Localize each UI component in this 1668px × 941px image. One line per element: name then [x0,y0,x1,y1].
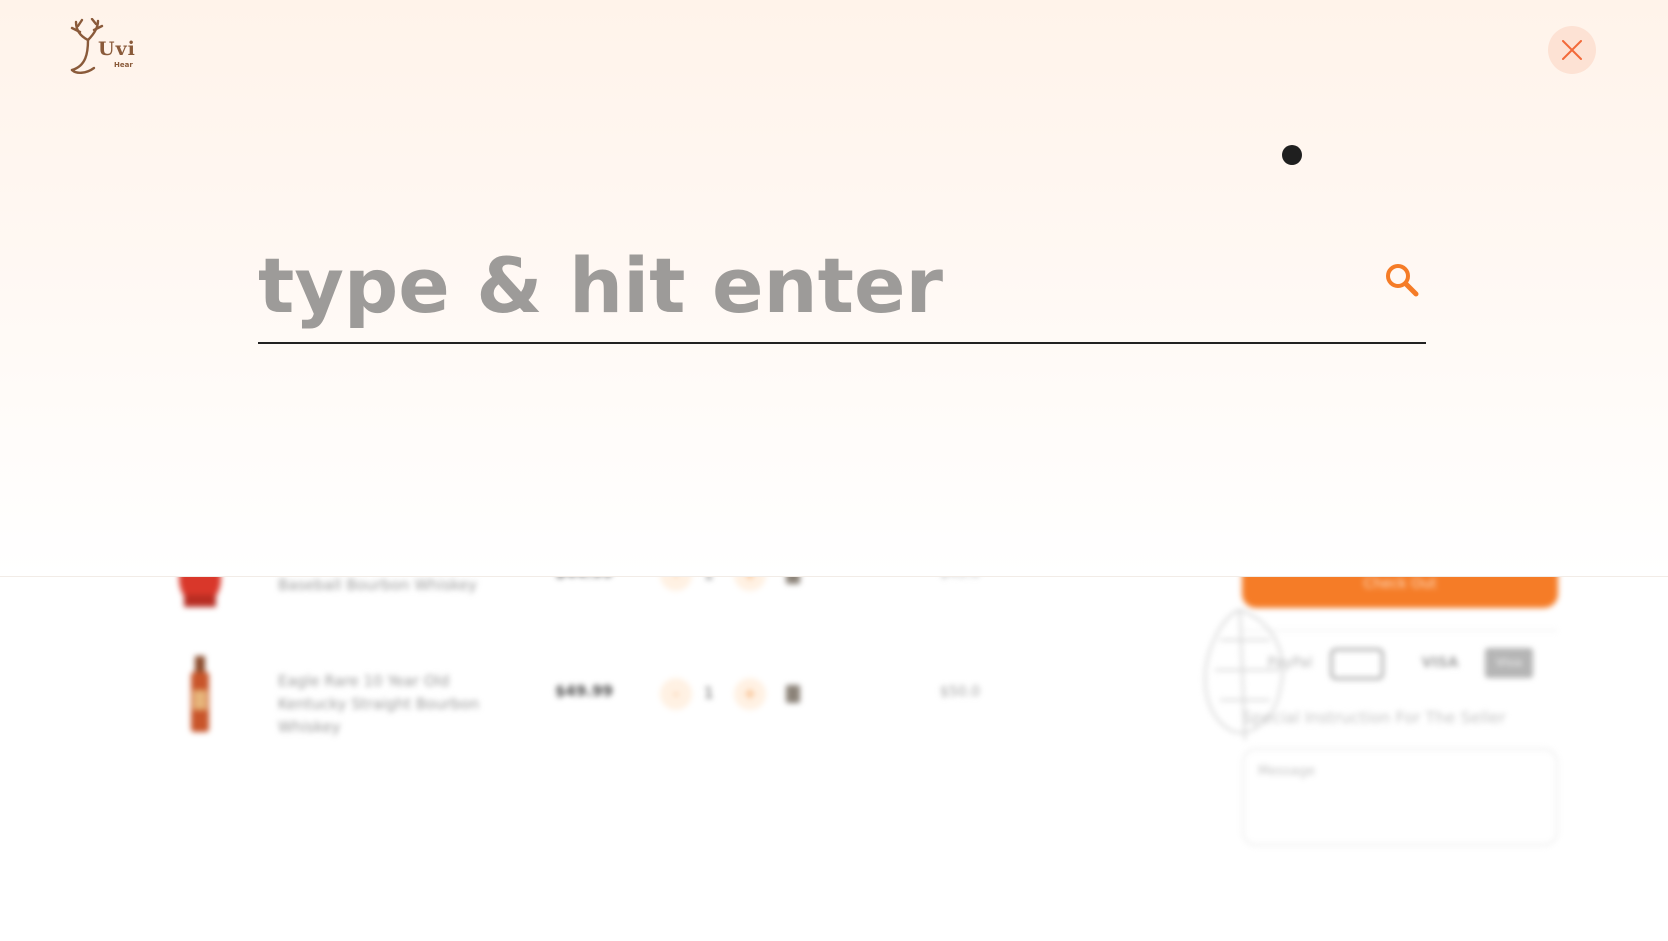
visa-card-icon: Visa [1485,648,1533,678]
qty-decrease-button[interactable]: - [660,678,692,710]
site-logo[interactable]: Uvi Hear [66,18,140,76]
close-icon [1562,40,1582,60]
line-total: $50.0 [939,684,980,700]
product-name[interactable]: Eagle Rare 10 Year Old Kentucky Straight… [278,670,518,739]
special-instruction-label: Special Instruction For The Seller [1242,708,1506,727]
search-button[interactable] [1382,260,1422,300]
cart-row: Eagle Rare 10 Year Old Kentucky Straight… [160,656,980,736]
mouse-cursor [1282,145,1302,165]
paypal-icon: PayPal [1267,655,1313,671]
logo-text: Uvi [98,38,136,60]
search-field [258,230,1426,344]
qty-value: 1 [704,684,714,702]
product-image [191,656,209,732]
message-textarea[interactable]: Message [1242,748,1558,846]
payment-methods: PayPal VISA Visa [1260,648,1560,688]
search-icon [1386,264,1419,297]
search-overlay: Uvi Hear [0,0,1668,577]
order-summary: Check Out PayPal VISA Visa Special Instr… [1150,560,1570,940]
product-price: $49.99 [555,682,613,700]
logo-subtext: Hear [114,61,133,69]
trash-icon[interactable] [786,685,800,703]
visa-icon: VISA [1421,655,1459,671]
close-button[interactable] [1548,26,1596,74]
search-input[interactable] [258,230,1358,340]
message-placeholder: Message [1258,764,1315,779]
card-icon [1330,648,1384,680]
qty-increase-button[interactable]: + [734,678,766,710]
